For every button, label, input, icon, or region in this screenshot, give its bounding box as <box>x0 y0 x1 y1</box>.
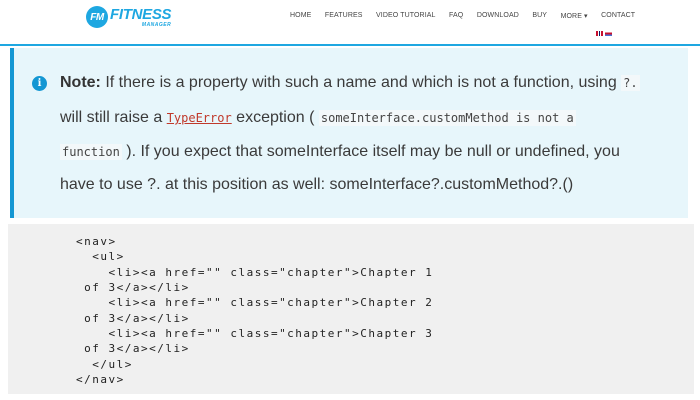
note-line-3: function ). If you expect that someInter… <box>60 143 620 161</box>
nav-video-tutorial[interactable]: VIDEO TUTORIAL <box>376 12 436 20</box>
flag-uk-icon[interactable] <box>596 31 603 36</box>
code-line: </ul> <box>76 358 133 371</box>
note-line-1: Note: If there is a property with such a… <box>60 74 640 92</box>
note-label: Note: <box>60 74 101 91</box>
code-function: function <box>60 144 122 160</box>
code-line: <ul> <box>76 250 125 263</box>
nav-home[interactable]: HOME <box>290 12 311 20</box>
nav-contact[interactable]: CONTACT <box>601 12 635 20</box>
code-line: <li><a href="" class="chapter">Chapter 3 <box>76 327 434 340</box>
code-line: <nav> <box>76 235 117 248</box>
code-line: of 3</a></li> <box>76 342 190 355</box>
note-line-4: have to use ?. at this position as well:… <box>60 176 573 194</box>
code-line: <li><a href="" class="chapter">Chapter 1 <box>76 266 434 279</box>
nav-buy[interactable]: BUY <box>532 12 547 20</box>
code-line: of 3</a></li> <box>76 312 190 325</box>
nav-faq[interactable]: FAQ <box>449 12 463 20</box>
code-line: of 3</a></li> <box>76 281 190 294</box>
info-icon: i <box>32 76 47 91</box>
note-text-2b: exception ( <box>231 109 319 126</box>
code-line: </nav> <box>76 373 125 386</box>
note-text-1: If there is a property with such a name … <box>100 74 622 91</box>
brand-name: FITNESS <box>110 5 172 23</box>
brand-logo[interactable]: FM FITNESS MANAGER <box>86 5 172 28</box>
main-nav: HOME FEATURES VIDEO TUTORIAL FAQ DOWNLOA… <box>290 12 635 20</box>
nav-download[interactable]: DOWNLOAD <box>477 12 519 20</box>
note-line-2: will still raise a TypeError exception (… <box>60 109 576 127</box>
code-optional-chaining: ?. <box>621 75 640 91</box>
logo-badge-icon: FM <box>86 6 108 28</box>
flag-alt-icon[interactable] <box>605 31 612 36</box>
code-block: <nav> <ul> <li><a href="" class="chapter… <box>8 224 694 394</box>
code-line: <li><a href="" class="chapter">Chapter 2 <box>76 296 434 309</box>
note-callout: i Note: If there is a property with such… <box>10 48 688 218</box>
site-header: FM FITNESS MANAGER HOME FEATURES VIDEO T… <box>0 0 700 44</box>
note-text-3: ). If you expect that someInterface itse… <box>121 143 620 160</box>
nav-more[interactable]: MORE ▾ <box>561 12 588 20</box>
header-divider <box>0 44 700 46</box>
note-text-4: have to use ?. at this position as well:… <box>60 176 574 193</box>
logo-text: FITNESS MANAGER <box>110 5 172 28</box>
note-text-2a: will still raise a <box>60 109 167 126</box>
language-switcher <box>596 31 612 36</box>
typeerror-link[interactable]: TypeError <box>167 111 232 125</box>
nav-features[interactable]: FEATURES <box>325 12 363 20</box>
code-custom-method-error: someInterface.customMethod is not a <box>318 110 576 126</box>
brand-sub: MANAGER <box>141 21 172 28</box>
